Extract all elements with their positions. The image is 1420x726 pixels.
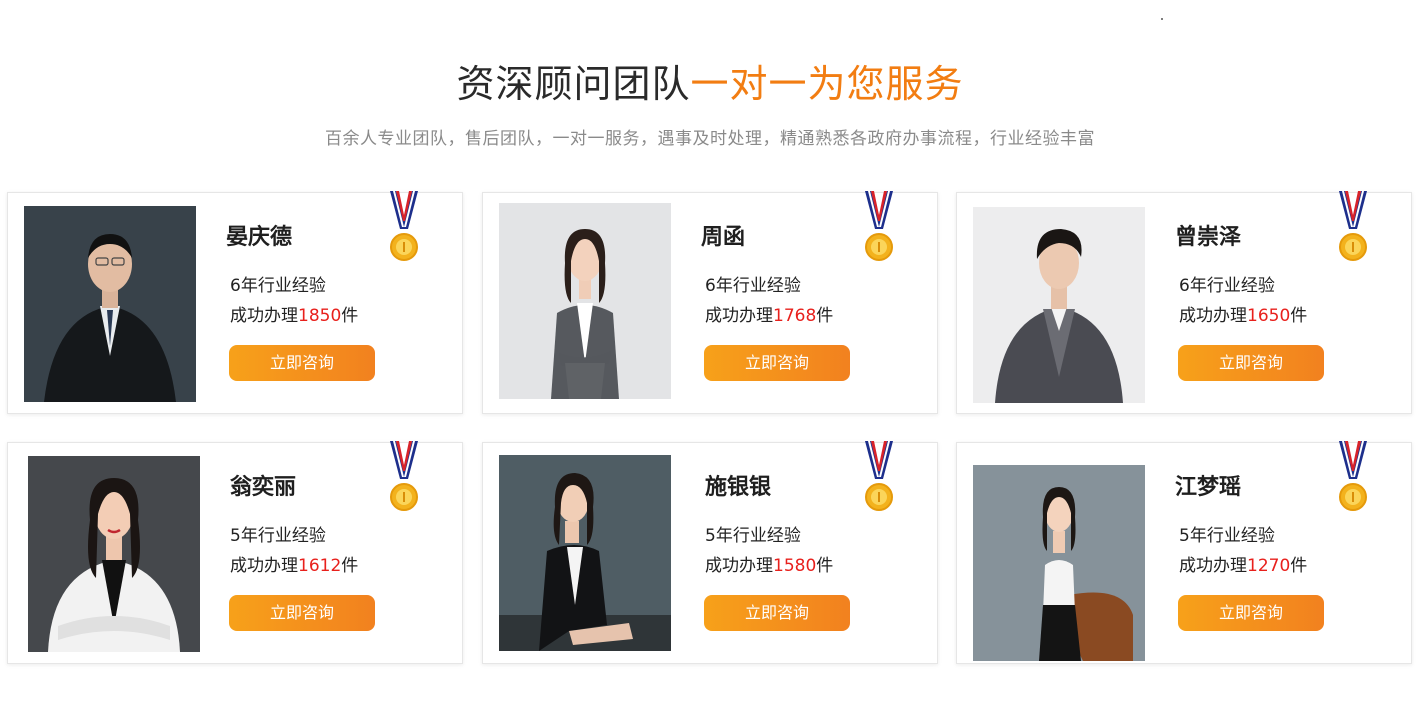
- advisor-card: 晏庆德 6年行业经验 成功办理1850件 立即咨询: [7, 191, 463, 414]
- consult-button[interactable]: 立即咨询: [704, 595, 850, 631]
- medal-icon: [1339, 441, 1367, 511]
- advisor-success: 成功办理1768件: [705, 301, 833, 326]
- advisor-success: 成功办理1850件: [230, 301, 358, 326]
- medal-icon: [1339, 191, 1367, 261]
- advisor-name: 周函: [701, 225, 746, 250]
- success-prefix: 成功办理: [230, 556, 298, 576]
- advisor-success: 成功办理1650件: [1179, 301, 1307, 326]
- advisor-experience: 6年行业经验: [1179, 276, 1275, 296]
- success-suffix: 件: [1290, 306, 1308, 326]
- advisor-experience: 6年行业经验: [230, 276, 326, 296]
- advisor-photo: [499, 455, 671, 651]
- advisor-success: 成功办理1270件: [1179, 551, 1307, 576]
- advisor-experience: 5年行业经验: [1179, 526, 1275, 546]
- advisor-photo: [973, 465, 1145, 661]
- advisor-photo: [499, 203, 671, 399]
- success-count: 1270: [1247, 556, 1291, 576]
- medal-icon: [865, 441, 893, 511]
- consult-button[interactable]: 立即咨询: [229, 345, 375, 381]
- success-count: 1612: [298, 556, 342, 576]
- advisor-name: 晏庆德: [226, 225, 293, 250]
- section-title: 资深顾问团队一对一为您服务: [0, 58, 1420, 110]
- advisor-name: 曾崇泽: [1175, 225, 1242, 250]
- advisor-name: 施银银: [705, 475, 772, 500]
- success-suffix: 件: [816, 556, 834, 576]
- advisor-card: 翁奕丽 5年行业经验 成功办理1612件 立即咨询: [7, 441, 463, 664]
- advisor-experience: 5年行业经验: [230, 526, 326, 546]
- consult-button[interactable]: 立即咨询: [229, 595, 375, 631]
- consult-button[interactable]: 立即咨询: [704, 345, 850, 381]
- advisor-name: 江梦瑶: [1175, 475, 1242, 500]
- advisor-card: 周函 6年行业经验 成功办理1768件 立即咨询: [482, 191, 938, 414]
- success-count: 1580: [773, 556, 817, 576]
- advisor-card: 曾崇泽 6年行业经验 成功办理1650件 立即咨询: [956, 191, 1412, 414]
- advisor-photo: [973, 207, 1145, 403]
- success-prefix: 成功办理: [1179, 556, 1247, 576]
- advisor-success: 成功办理1612件: [230, 551, 358, 576]
- success-count: 1850: [298, 306, 342, 326]
- consult-button[interactable]: 立即咨询: [1178, 595, 1324, 631]
- success-suffix: 件: [341, 556, 359, 576]
- section-title-highlight: 一对一为您服务: [690, 62, 964, 106]
- section-subtitle: 百余人专业团队，售后团队，一对一服务，遇事及时处理，精通熟悉各政府办事流程，行业…: [325, 129, 1095, 149]
- medal-icon: [390, 191, 418, 261]
- section-title-main: 资深顾问团队: [456, 62, 691, 106]
- success-count: 1650: [1247, 306, 1291, 326]
- advisor-experience: 6年行业经验: [705, 276, 801, 296]
- advisor-photo: [28, 456, 200, 652]
- advisor-photo: [24, 206, 196, 402]
- advisor-experience: 5年行业经验: [705, 526, 801, 546]
- advisor-card: 江梦瑶 5年行业经验 成功办理1270件 立即咨询: [956, 441, 1412, 664]
- advisor-success: 成功办理1580件: [705, 551, 833, 576]
- advisor-card: 施银银 5年行业经验 成功办理1580件 立即咨询: [482, 441, 938, 664]
- success-suffix: 件: [1290, 556, 1308, 576]
- decorative-dot: [1161, 18, 1163, 20]
- success-prefix: 成功办理: [705, 556, 773, 576]
- medal-icon: [865, 191, 893, 261]
- success-suffix: 件: [341, 306, 359, 326]
- success-prefix: 成功办理: [705, 306, 773, 326]
- success-suffix: 件: [816, 306, 834, 326]
- success-prefix: 成功办理: [1179, 306, 1247, 326]
- advisor-name: 翁奕丽: [230, 475, 297, 500]
- consult-button[interactable]: 立即咨询: [1178, 345, 1324, 381]
- success-prefix: 成功办理: [230, 306, 298, 326]
- success-count: 1768: [773, 306, 817, 326]
- medal-icon: [390, 441, 418, 511]
